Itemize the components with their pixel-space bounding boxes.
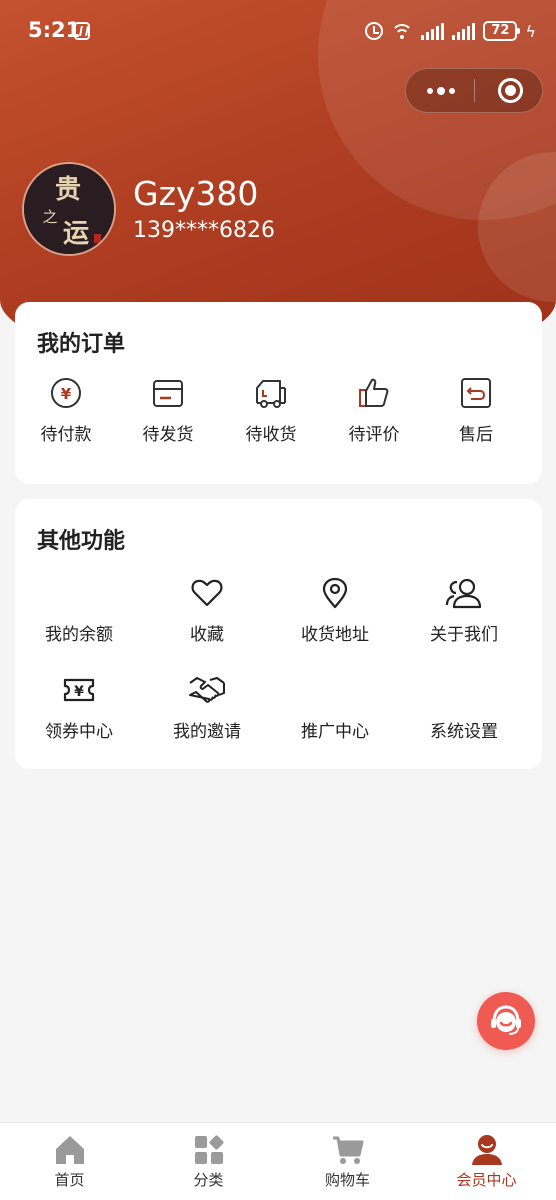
orders-title: 我的订单	[37, 332, 126, 357]
menu-item-label: 我的余额	[45, 625, 113, 645]
menu-item-label: 关于我们	[430, 625, 498, 645]
heart-icon	[191, 579, 223, 607]
other-title: 其他功能	[37, 529, 126, 554]
order-item-label: 待收货	[245, 425, 297, 445]
thumbs-up-icon	[359, 378, 389, 407]
miniprogram-capsule	[405, 68, 543, 113]
other-functions-card: 其他功能 我的余额 收藏 收货地址 关于我们 ¥ 领券中心 我的邀请 推广中心 …	[15, 499, 542, 769]
category-icon	[194, 1135, 223, 1164]
tab-label: 分类	[193, 1171, 224, 1189]
status-icons: 72 ϟ	[365, 20, 536, 42]
close-target-icon[interactable]	[498, 78, 523, 103]
capsule-divider	[474, 79, 475, 102]
home-icon	[55, 1136, 84, 1164]
menu-item-label: 收藏	[190, 625, 224, 645]
cart-icon	[332, 1136, 363, 1164]
menu-item-label: 推广中心	[301, 722, 369, 742]
svg-text:贵: 贵	[55, 175, 81, 205]
menu-promotion-center[interactable]: 推广中心	[283, 673, 387, 742]
menu-address[interactable]: 收货地址	[283, 576, 387, 645]
order-item-label: 售后	[459, 425, 493, 445]
member-icon	[471, 1135, 502, 1165]
status-bar: 5:21 72 ϟ	[0, 0, 556, 64]
order-item-label: 待付款	[40, 425, 92, 445]
handshake-icon	[189, 677, 225, 703]
menu-favorites[interactable]: 收藏	[155, 576, 259, 645]
tab-member-center[interactable]: 会员中心	[417, 1123, 556, 1200]
tab-label: 首页	[54, 1171, 85, 1189]
return-arrow-icon	[461, 378, 491, 408]
status-time: 5:21	[28, 18, 81, 42]
order-pending-review[interactable]: 待评价	[322, 376, 426, 445]
menu-balance[interactable]: 我的余额	[27, 576, 131, 645]
menu-item-label: 收货地址	[301, 625, 369, 645]
menu-item-label: 我的邀请	[173, 722, 241, 742]
svg-text:之: 之	[42, 208, 57, 226]
bottom-tab-bar: 首页 分类 购物车 会员中心	[0, 1122, 556, 1200]
tab-category[interactable]: 分类	[139, 1123, 278, 1200]
yen-circle-icon: ¥	[51, 378, 81, 408]
package-box-icon	[153, 380, 183, 407]
avatar[interactable]: 贵 之 运	[22, 162, 116, 256]
headset-icon	[491, 1005, 521, 1035]
svg-text:运: 运	[63, 219, 89, 249]
menu-about-us[interactable]: 关于我们	[412, 576, 516, 645]
delivery-truck-icon	[256, 380, 286, 408]
customer-service-button[interactable]	[477, 992, 535, 1050]
settings-blank-icon	[447, 673, 481, 707]
nfc-icon	[74, 22, 90, 40]
more-dots-icon[interactable]	[406, 69, 475, 112]
tab-home[interactable]: 首页	[0, 1123, 139, 1200]
tab-label: 购物车	[324, 1171, 370, 1189]
order-pending-payment[interactable]: ¥ 待付款	[14, 376, 118, 445]
svg-text:¥: ¥	[74, 684, 84, 700]
order-after-sales[interactable]: 售后	[424, 376, 528, 445]
wifi-icon	[391, 22, 414, 40]
username: Gzy380	[133, 174, 259, 213]
orders-card: 我的订单 ¥ 待付款 待发货 待收货 待评价 售后	[15, 302, 542, 484]
balance-blank-icon	[62, 576, 96, 610]
signal-icon	[421, 22, 445, 40]
promotion-blank-icon	[318, 673, 352, 707]
order-item-label: 待评价	[348, 425, 400, 445]
order-item-label: 待发货	[142, 425, 194, 445]
phone-number: 139****6826	[133, 218, 275, 243]
alarm-icon	[365, 22, 384, 40]
signal-icon-2	[452, 22, 476, 40]
coupon-ticket-icon: ¥	[63, 678, 95, 702]
order-pending-shipment[interactable]: 待发货	[116, 376, 220, 445]
location-pin-icon	[322, 577, 348, 609]
battery-icon: 72	[483, 21, 521, 41]
menu-item-label: 领券中心	[45, 722, 113, 742]
order-pending-receipt[interactable]: 待收货	[219, 376, 323, 445]
users-icon	[445, 578, 482, 609]
menu-my-invitations[interactable]: 我的邀请	[155, 673, 259, 742]
menu-item-label: 系统设置	[430, 722, 498, 742]
tab-label: 会员中心	[456, 1171, 517, 1189]
svg-text:¥: ¥	[61, 385, 72, 403]
menu-coupon-center[interactable]: ¥ 领券中心	[27, 673, 131, 742]
menu-system-settings[interactable]: 系统设置	[412, 673, 516, 742]
charging-icon: ϟ	[525, 21, 536, 41]
tab-cart[interactable]: 购物车	[278, 1123, 417, 1200]
